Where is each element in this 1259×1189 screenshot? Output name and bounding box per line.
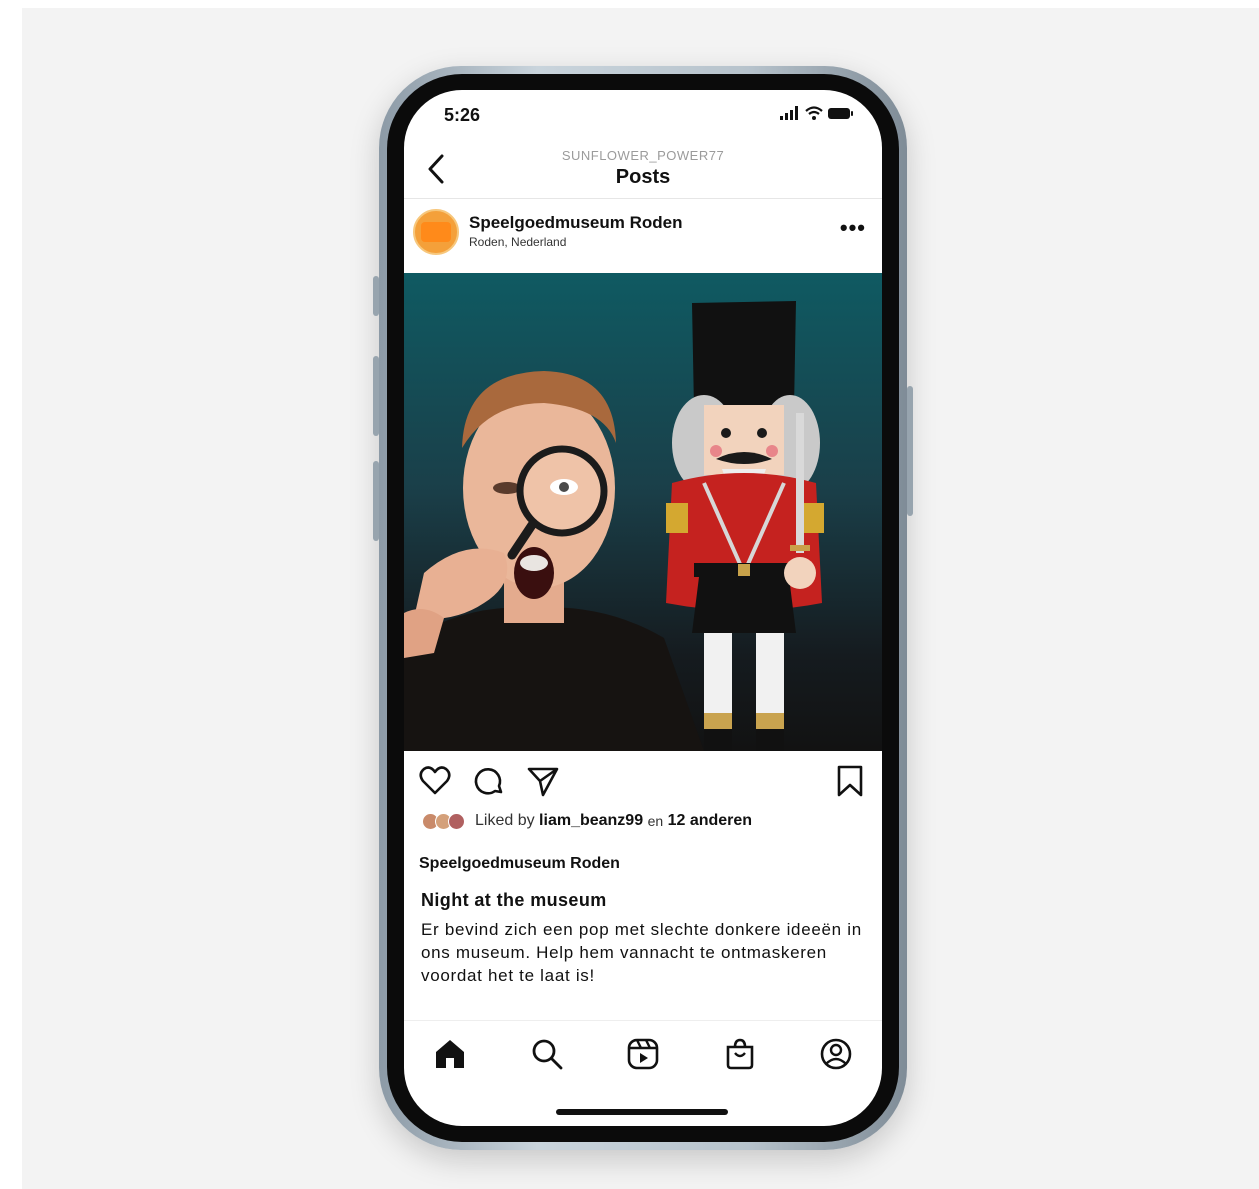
search-icon[interactable] — [529, 1036, 565, 1072]
caption-body: Er bevind zich een pop met slechte donke… — [421, 920, 862, 985]
caption-title: Night at the museum — [421, 890, 607, 910]
liker-avatars — [422, 812, 465, 830]
page-title: Posts — [615, 166, 671, 188]
wifi-icon — [805, 106, 823, 120]
reels-icon[interactable] — [625, 1036, 661, 1072]
likes-summary[interactable]: Liked by liam_beanz99 en 12 anderen — [422, 812, 752, 830]
home-icon[interactable] — [432, 1036, 468, 1072]
header-username: SUNFLOWER_POWER77 — [561, 148, 725, 163]
phone-screen: 5:26 SUNFLOWER_POWER77 Posts Speelgoedmu… — [404, 90, 882, 1126]
header-divider — [404, 198, 882, 199]
share-icon[interactable] — [526, 764, 560, 798]
likes-others-count[interactable]: 12 anderen — [668, 812, 752, 830]
signal-icon — [780, 106, 798, 120]
heart-icon[interactable] — [418, 764, 452, 798]
volume-up-button — [373, 356, 379, 436]
post-image[interactable] — [404, 273, 882, 751]
volume-down-button — [373, 461, 379, 541]
post-actions — [418, 764, 560, 798]
likes-connector: en — [647, 813, 664, 829]
account-avatar[interactable] — [413, 209, 459, 255]
post-illustration — [404, 301, 824, 751]
home-indicator[interactable] — [556, 1109, 728, 1115]
power-button — [907, 386, 913, 516]
profile-icon[interactable] — [818, 1036, 854, 1072]
nutcracker-figure — [666, 301, 824, 751]
tabbar-divider — [404, 1020, 882, 1021]
post-location[interactable]: Roden, Nederland — [469, 235, 566, 249]
comment-icon[interactable] — [472, 764, 506, 798]
liker-avatar — [448, 812, 465, 830]
phone-frame: 5:26 SUNFLOWER_POWER77 Posts Speelgoedmu… — [373, 66, 913, 1150]
status-icons — [780, 106, 854, 120]
bookmark-icon[interactable] — [834, 764, 866, 798]
account-name[interactable]: Speelgoedmuseum Roden — [469, 213, 682, 233]
caption-account-name[interactable]: Speelgoedmuseum Roden — [419, 855, 620, 873]
avatar-logo — [421, 222, 451, 242]
man-figure — [404, 371, 704, 751]
more-options-icon[interactable]: ••• — [840, 215, 866, 241]
battery-icon — [828, 107, 853, 119]
status-time: 5:26 — [444, 105, 481, 125]
shop-icon[interactable] — [722, 1036, 758, 1072]
liker-username[interactable]: liam_beanz99 — [539, 812, 643, 830]
bottom-tab-bar — [432, 1036, 854, 1072]
mute-switch — [373, 276, 379, 316]
likes-prefix: Liked by — [475, 812, 535, 829]
